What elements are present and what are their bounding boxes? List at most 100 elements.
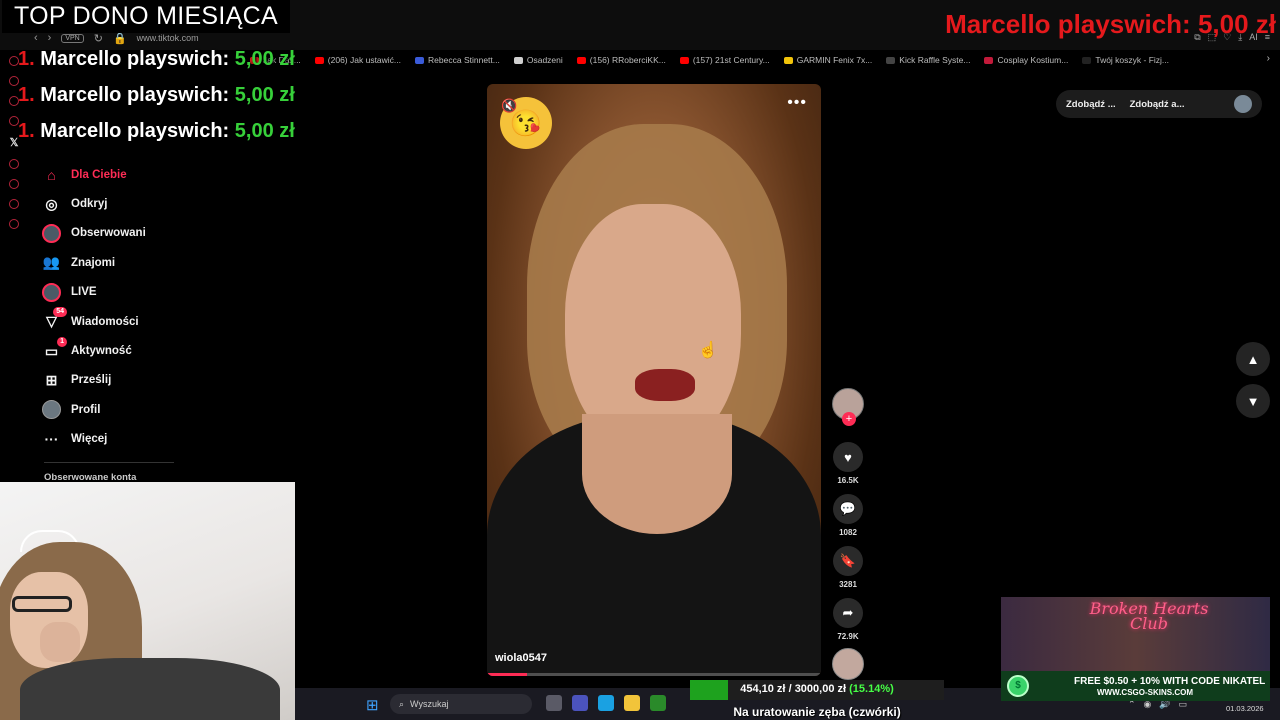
sidebar-item-odkryj[interactable]: ◎ Odkryj [42, 189, 242, 218]
bookmark-item[interactable]: (206) Jak ustawić... [314, 53, 401, 67]
divider [44, 462, 174, 463]
more-icon: ··· [44, 431, 59, 448]
sidebar-item-znajomi[interactable]: 👥 Znajomi [42, 248, 242, 277]
video-player[interactable]: 😘 🔇 ••• wiola0547 [487, 84, 821, 676]
bookmark-label: GARMIN Fenix 7x... [796, 55, 873, 65]
creator-avatar[interactable]: + [832, 388, 864, 426]
notification-badge: 1 [57, 336, 67, 347]
teams-icon[interactable] [572, 695, 588, 711]
bookmark-favicon-icon [576, 56, 586, 64]
video-progress-track[interactable] [487, 673, 821, 676]
sidebar-item-label: Aktywność [71, 345, 132, 358]
donor-rank: 1. [18, 48, 35, 70]
get-coins-button[interactable]: Zdobądź ... [1066, 99, 1116, 110]
bookmark-item[interactable]: Cosplay Kostium... [984, 53, 1068, 67]
like-icon[interactable]: ♥ [833, 442, 863, 472]
share-icon[interactable]: ➦ [833, 598, 863, 628]
bookmark-item[interactable]: (156) RRoberciKK... [576, 53, 666, 67]
sidebar-app-icon[interactable] [9, 199, 19, 209]
top-right-donor-amount: 5,00 zł [1197, 9, 1276, 39]
browser-sidebar: 𝕏 [4, 50, 24, 270]
settings-icon[interactable] [9, 219, 19, 229]
video-frame-mouth [635, 369, 695, 401]
tiktok-sidebar-nav: ⌂ Dla Ciebie ◎ Odkryj Obserwowani 👥 Znajomi LIV… [42, 160, 242, 454]
sidebar-item-label: LIVE [71, 286, 97, 299]
top-right-donor-name: Marcello playswich [945, 9, 1183, 39]
video-actions: + ♥ 16.5K 💬 1082 🔖 3281 ➦ 72.9K [831, 388, 865, 650]
taskbar-date[interactable]: 01.03.2026 [1226, 704, 1264, 713]
bookmark-label: (156) RRoberciKK... [589, 55, 666, 65]
sidebar-item-obserwowani[interactable]: Obserwowani [42, 219, 242, 248]
search-icon: ⌕ [399, 698, 405, 709]
sidebar-app-icon[interactable] [9, 179, 19, 189]
donor-line: 1. Marcello playswich: 5,00 zł [18, 120, 295, 143]
bookmark-label: (157) 21st Century... [692, 55, 770, 65]
url-text[interactable]: www.tiktok.com [137, 33, 199, 43]
vpn-badge[interactable]: VPN [61, 33, 84, 43]
top-right-donor: Marcello playswich: 5,00 zł [945, 9, 1276, 39]
streamer-hand [40, 622, 80, 662]
sidebar-item-dla-ciebie[interactable]: ⌂ Dla Ciebie [42, 160, 242, 189]
live-icon [42, 282, 61, 302]
sponsor-ad-banner[interactable]: Broken Hearts Club $ FREE $0.50 + 10% WI… [1001, 597, 1270, 701]
bookmark-favicon-icon [886, 56, 896, 64]
user-avatar[interactable] [1234, 95, 1252, 113]
more-options-icon[interactable]: ••• [787, 94, 807, 112]
sound-avatar[interactable] [832, 648, 864, 680]
sidebar-item-live[interactable]: LIVE [42, 278, 242, 307]
windows-start-icon[interactable]: ⊞ [366, 696, 379, 714]
sidebar-app-icon[interactable] [9, 159, 19, 169]
top-donors-title: TOP DONO MIESIĄCA [2, 0, 290, 33]
bookmark-icon[interactable]: 🔖 [833, 546, 863, 576]
reload-icon[interactable]: ↻ [94, 32, 103, 45]
sidebar-item-label: Prześlij [71, 374, 112, 387]
sidebar-item-label: Profil [71, 403, 101, 416]
video-author[interactable]: wiola0547 [495, 652, 547, 664]
follow-plus-icon[interactable]: + [842, 412, 856, 426]
sidebar-item-wiadomości[interactable]: ▽ 54 Wiadomości [42, 307, 242, 336]
webcam-feed [0, 482, 295, 720]
bookmark-item[interactable]: Osadzeni [513, 53, 563, 67]
bookmark-item[interactable]: Rebecca Stinnett... [415, 53, 500, 67]
bookmark-label: Rebecca Stinnett... [428, 55, 500, 65]
store-icon[interactable] [650, 695, 666, 711]
sidebar-item-profil[interactable]: Profil [42, 395, 242, 424]
bookmark-item[interactable]: (157) 21st Century... [679, 53, 770, 67]
mute-icon[interactable]: 🔇 [501, 98, 517, 114]
ad-promo-text: FREE $0.50 + 10% WITH CODE NIKATEL [1074, 676, 1266, 687]
sidebar-item-aktywność[interactable]: ▭ 1 Aktywność [42, 336, 242, 365]
sidebar-item-label: Obserwowani [71, 227, 146, 240]
bookmark-item[interactable]: Twój koszyk - Fizj... [1082, 53, 1169, 67]
donor-name: Marcello playswich: [40, 120, 230, 142]
forward-icon[interactable]: › [48, 32, 52, 44]
donor-name: Marcello playswich: [40, 48, 230, 70]
streamer-glasses [12, 596, 72, 612]
ad-url: WWW.CSGO-SKINS.COM [1097, 688, 1193, 697]
share-count: 72.9K [837, 632, 859, 641]
back-icon[interactable]: ‹ [34, 32, 38, 44]
bookmark-favicon-icon [984, 56, 994, 64]
mouse-cursor-icon: ☝ [698, 342, 718, 359]
chevron-up-icon[interactable]: ▲ [1236, 342, 1270, 376]
chevron-down-icon[interactable]: ▼ [1236, 384, 1270, 418]
donor-name: Marcello playswich: [40, 84, 230, 106]
activity-icon: ▭ 1 [42, 336, 67, 361]
folder-icon[interactable] [624, 695, 640, 711]
donor-line: 1. Marcello playswich: 5,00 zł [18, 84, 295, 107]
bookmark-item[interactable]: Kick Raffle Syste... [886, 53, 970, 67]
get-app-button[interactable]: Zdobądź a... [1130, 99, 1185, 110]
bookmarks-more-icon[interactable]: › [1267, 53, 1270, 64]
coin-logo-icon: $ [1007, 675, 1029, 697]
taskbar-search[interactable]: ⌕ Wyszukaj [390, 694, 532, 714]
task-view-icon[interactable] [546, 695, 562, 711]
notification-badge: 54 [53, 307, 67, 318]
bookmark-item[interactable]: GARMIN Fenix 7x... [783, 53, 873, 67]
edge-icon[interactable] [598, 695, 614, 711]
goal-separator: / [788, 683, 792, 695]
sidebar-item-prześlij[interactable]: ⊞ Prześlij [42, 366, 242, 395]
donation-goal-text: 454,10 zł / 3000,00 zł (15.14%) [690, 683, 944, 695]
comment-icon[interactable]: 💬 [833, 494, 863, 524]
sidebar-item-więcej[interactable]: ··· Więcej [42, 425, 242, 454]
home-icon: ⌂ [47, 166, 56, 183]
friends-icon: 👥 [42, 254, 61, 271]
